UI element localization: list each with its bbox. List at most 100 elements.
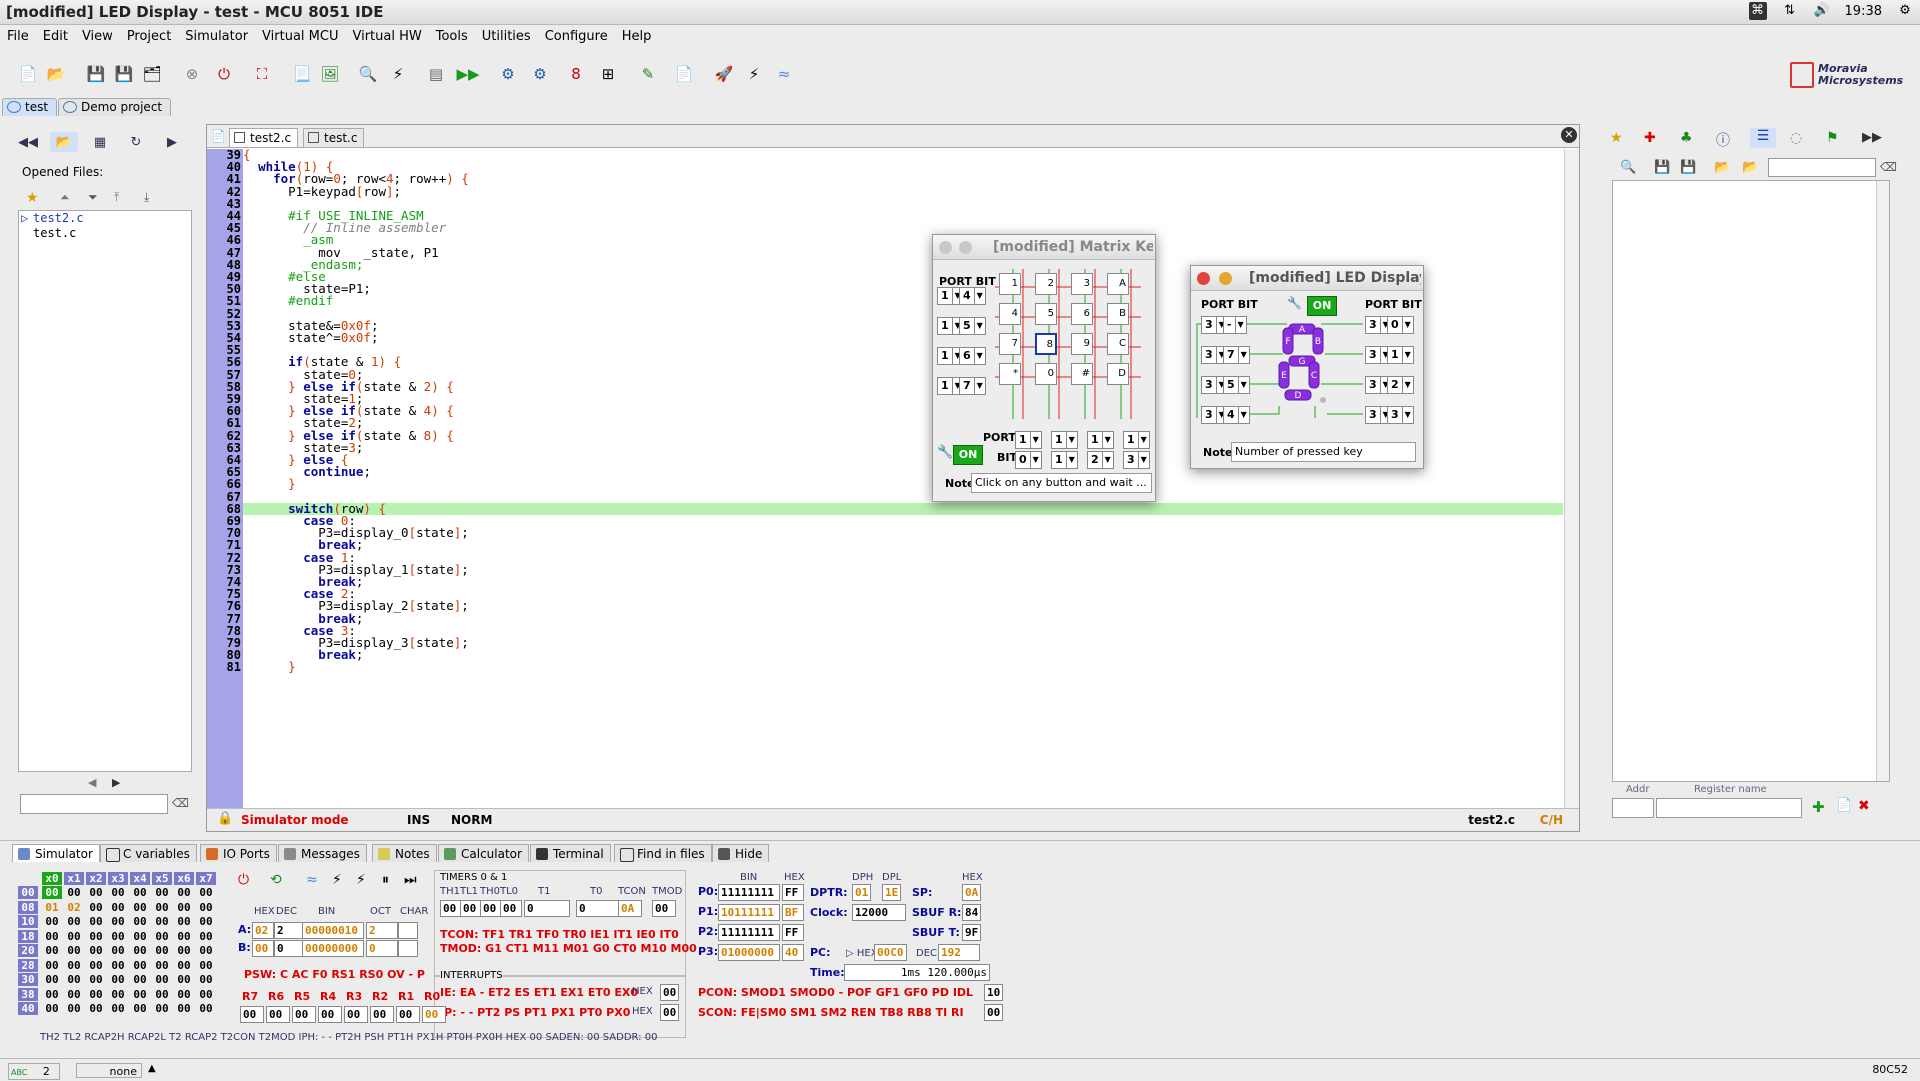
menu-simulator[interactable]: Simulator [178, 29, 255, 44]
mem-cell[interactable]: 00 [64, 915, 84, 928]
port-bin-field[interactable]: 11111111 [718, 884, 780, 901]
mem-cell[interactable]: 00 [174, 1002, 194, 1015]
col-port-spin[interactable]: 1 ▼ [1123, 431, 1150, 449]
ip-hex-field[interactable]: 00 [660, 1004, 680, 1021]
key-D[interactable]: D [1107, 363, 1129, 385]
r-register-value[interactable]: 00 [370, 1006, 394, 1023]
bookmark-icon[interactable]: ★ [1610, 130, 1623, 146]
close-editor-icon[interactable]: ✕ [1561, 127, 1577, 143]
mem-cell[interactable]: 00 [152, 915, 172, 928]
menu-virtual-mcu[interactable]: Virtual MCU [255, 29, 345, 44]
seg-bit-spin[interactable]: 5 ▼ [1223, 376, 1250, 394]
key-2[interactable]: 2 [1035, 273, 1057, 295]
open-register-icon[interactable]: 📂 [1714, 160, 1730, 175]
key-6[interactable]: 6 [1071, 303, 1093, 325]
r-register-value[interactable]: 00 [240, 1006, 264, 1023]
mem-cell[interactable]: 02 [64, 901, 84, 914]
mem-cell[interactable]: 00 [86, 959, 106, 972]
search-register-icon[interactable]: 🔍 [1620, 160, 1636, 175]
mem-cell[interactable]: 00 [86, 1002, 106, 1015]
spell-check-status[interactable]: ABC 2 [8, 1063, 60, 1080]
r-register-value[interactable]: 00 [422, 1006, 446, 1023]
mem-cell[interactable]: 00 [108, 901, 128, 914]
tcon-flags[interactable]: TCON: TF1 TR1 TF0 TR0 IE1 IT1 IE0 IT0 [440, 928, 679, 941]
col-bit-spin[interactable]: 2 ▼ [1087, 451, 1114, 469]
move-down-icon[interactable]: ⏷ [88, 190, 98, 205]
tab-terminal[interactable]: Terminal [530, 844, 611, 863]
run-sim-icon[interactable]: ⏭ [404, 872, 417, 888]
project-tab-test[interactable]: test [2, 98, 58, 116]
tab-c-variables[interactable]: C variables [100, 844, 197, 863]
r-register-value[interactable]: 00 [344, 1006, 368, 1023]
chevron-down-icon[interactable]: ▼ [1067, 452, 1077, 468]
code-line[interactable]: break; [243, 612, 1563, 625]
mem-cell[interactable]: 00 [130, 915, 150, 928]
mem-cell[interactable]: 00 [42, 930, 62, 943]
clear-icon[interactable]: ⌫ [172, 796, 189, 810]
tab-io-ports[interactable]: IO Ports [200, 844, 277, 863]
power-icon[interactable]: ⏻ [238, 872, 249, 888]
chevron-up-icon[interactable]: ▲ [148, 1063, 156, 1074]
reg-b-hex[interactable]: 00 [252, 940, 274, 957]
wrench-icon[interactable]: 🔧 [937, 445, 953, 460]
menu-utilities[interactable]: Utilities [475, 29, 538, 44]
bolt-icon[interactable]: ⚡ [386, 62, 410, 86]
seg-bit-spin[interactable]: 3 ▼ [1387, 406, 1414, 424]
reg-b-oct[interactable]: 0 [366, 940, 398, 957]
key-B[interactable]: B [1107, 303, 1129, 325]
code-line[interactable]: P1=keypad[row]; [243, 185, 1563, 198]
new-file-icon[interactable]: 📄 [16, 62, 40, 86]
mem-cell[interactable]: 00 [152, 959, 172, 972]
mem-cell[interactable]: 00 [108, 973, 128, 986]
mem-cell[interactable]: 00 [174, 886, 194, 899]
menu-virtual-hw[interactable]: Virtual HW [345, 29, 428, 44]
reg-b-char[interactable] [398, 940, 418, 957]
list-view-icon[interactable]: ☰ [1750, 128, 1776, 148]
mem-cell[interactable]: 00 [64, 886, 84, 899]
compile-icon[interactable]: ⚙ [496, 62, 520, 86]
rocket-icon[interactable]: 🚀 [712, 62, 736, 86]
mem-cell[interactable]: 00 [196, 988, 216, 1001]
fullscreen-icon[interactable]: ⛶ [250, 62, 274, 86]
key-#[interactable]: # [1071, 363, 1093, 385]
port-hex-field[interactable]: FF [782, 924, 804, 941]
ip-flags[interactable]: IP: - - PT2 PS PT1 PX1 PT0 PX0 [440, 1006, 630, 1019]
seven-segment-icon[interactable]: 8 [564, 62, 588, 86]
info-icon[interactable]: ⓘ [1716, 130, 1730, 150]
dpl-field[interactable]: 1E [882, 884, 902, 901]
code-line[interactable]: P3=display_3[state]; [243, 636, 1563, 649]
mem-cell[interactable]: 00 [130, 988, 150, 1001]
chevron-down-icon[interactable]: ▼ [1239, 347, 1249, 363]
refresh-icon[interactable]: ↻ [122, 132, 150, 152]
minimize-window-icon[interactable] [1219, 272, 1232, 285]
project-tab-demo[interactable]: Demo project [58, 98, 172, 116]
timer-value[interactable]: 00 [460, 900, 482, 917]
mem-cell[interactable]: 00 [108, 930, 128, 943]
key-A[interactable]: A [1107, 273, 1129, 295]
open-file-icon[interactable]: 📂 [44, 62, 68, 86]
opened-files-icon[interactable]: 📂 [50, 132, 78, 152]
gear-icon[interactable]: ⚙ [1896, 2, 1914, 20]
project-files-icon[interactable]: ▦ [86, 132, 114, 152]
minimize-window-icon[interactable] [959, 241, 972, 254]
mem-cell[interactable]: 00 [174, 973, 194, 986]
key-5[interactable]: 5 [1035, 303, 1057, 325]
list-icon[interactable]: ▤ [424, 62, 448, 86]
forward-icon[interactable]: ▶ [158, 132, 186, 152]
dph-field[interactable]: 01 [852, 884, 872, 901]
mem-cell[interactable]: 00 [130, 886, 150, 899]
mem-cell[interactable]: 00 [196, 944, 216, 957]
pc-dec-field[interactable]: 192 [938, 944, 980, 961]
menu-project[interactable]: Project [120, 29, 178, 44]
cursor-icon[interactable]: ◌ [1790, 130, 1802, 146]
key-C[interactable]: C [1107, 333, 1129, 355]
timer-value[interactable]: 00 [652, 900, 676, 917]
mem-cell[interactable]: 00 [152, 1002, 172, 1015]
code-line[interactable]: for(row=0; row<4; row++) { [243, 173, 1563, 186]
ie-hex-field[interactable]: 00 [660, 984, 680, 1001]
move-bottom-icon[interactable]: ⤓ [144, 190, 149, 205]
mem-cell[interactable]: 00 [152, 886, 172, 899]
timer-value[interactable]: 0A [618, 900, 642, 917]
stop-icon[interactable]: ⏻ [212, 62, 236, 86]
mem-cell[interactable]: 00 [64, 944, 84, 957]
